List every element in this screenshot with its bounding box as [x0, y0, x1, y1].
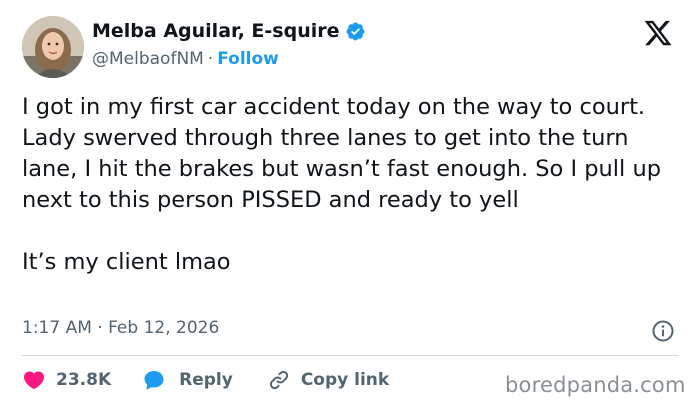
action-bar: 23.8K Reply Copy link — [22, 368, 389, 392]
verified-badge-icon — [345, 21, 366, 42]
avatar-image — [22, 16, 84, 78]
link-icon — [269, 370, 288, 390]
user-handle[interactable]: @MelbaofNM — [92, 49, 204, 69]
copy-link-label: Copy link — [300, 370, 390, 390]
tweet-card: Melba Aguilar, E-squire @MelbaofNM · Follo… — [0, 0, 700, 410]
copy-link-button[interactable]: Copy link — [267, 368, 389, 392]
avatar[interactable] — [22, 16, 84, 78]
follow-button[interactable]: Follow — [217, 49, 279, 69]
watermark: boredpanda.com — [505, 373, 686, 397]
x-logo-icon[interactable] — [643, 18, 673, 48]
timestamp[interactable]: 1:17 AM · Feb 12, 2026 — [22, 318, 219, 338]
reply-button[interactable]: Reply — [141, 368, 233, 392]
info-icon[interactable] — [651, 319, 675, 343]
like-button[interactable]: 23.8K — [22, 368, 111, 392]
heart-icon — [23, 371, 45, 390]
handle-separator: · — [207, 49, 214, 69]
display-name[interactable]: Melba Aguilar, E-squire — [92, 20, 340, 42]
tweet-text: I got in my first car accident today on … — [22, 94, 661, 275]
name-row: Melba Aguilar, E-squire — [92, 20, 366, 42]
divider — [22, 355, 678, 356]
like-count: 23.8K — [56, 370, 112, 390]
speech-bubble-icon — [144, 371, 164, 390]
handle-row: @MelbaofNM · Follow — [92, 49, 279, 69]
reply-label: Reply — [179, 370, 233, 390]
